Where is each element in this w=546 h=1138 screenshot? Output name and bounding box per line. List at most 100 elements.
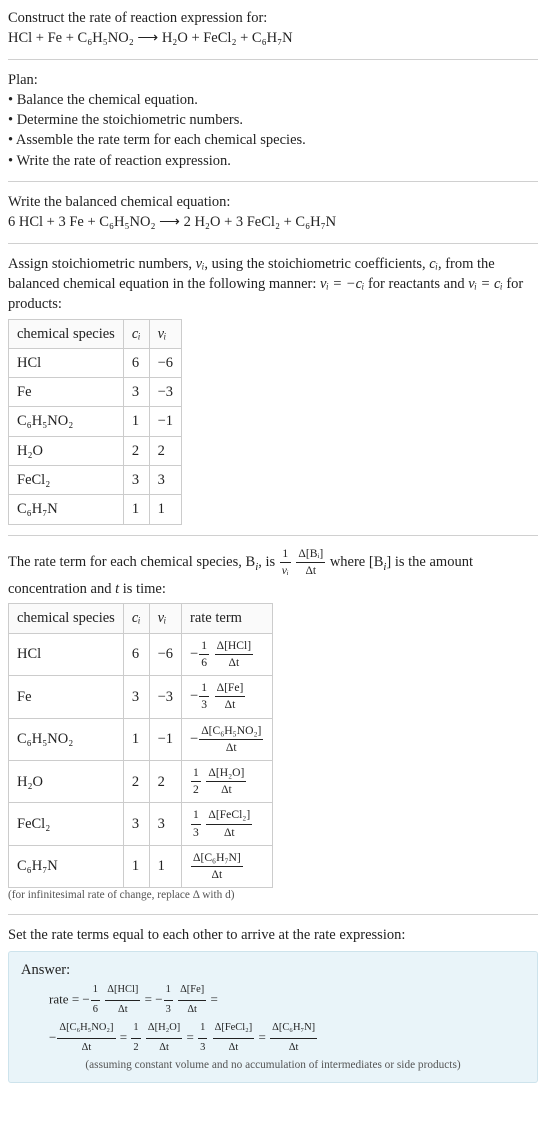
- col-v: νᵢ: [149, 604, 181, 633]
- unbalanced-equation: HCl + Fe + C₆H₅NO₂ ⟶ H₂O + FeCl₂ + C₆H₇N: [8, 28, 538, 48]
- fraction: Δ[HCl]Δt: [214, 638, 255, 671]
- cell-c: 3: [123, 466, 149, 495]
- divider: [8, 181, 538, 182]
- frac-top: Δ[FeCl₂]: [206, 807, 252, 824]
- col-v: νᵢ: [149, 319, 181, 348]
- frac-top: Δ[H₂O]: [146, 1019, 182, 1039]
- frac-bot: Δt: [206, 825, 252, 841]
- frac-top: Δ[C₆H₅NO₂]: [57, 1019, 115, 1039]
- cell-v: −3: [149, 676, 181, 718]
- stoich-table: chemical species cᵢ νᵢ HCl6−6 Fe3−3 C₆H₅…: [8, 319, 182, 525]
- text: , is: [258, 554, 279, 570]
- cell-rate-term: Δ[C₆H₇N]Δt: [182, 845, 273, 887]
- frac-bot: 3: [191, 825, 201, 841]
- fraction: Δ[H₂O]Δt: [145, 1019, 183, 1058]
- cell-v: −3: [149, 378, 181, 407]
- text: where [B: [330, 554, 384, 570]
- frac-top: Δ[Fe]: [178, 981, 206, 1001]
- fraction: 12: [190, 765, 202, 798]
- frac-top: Δ[FeCl₂]: [213, 1019, 255, 1039]
- infinitesimal-note: (for infinitesimal rate of change, repla…: [8, 888, 538, 904]
- cell-c: 2: [123, 436, 149, 465]
- cell-v: −1: [149, 718, 181, 760]
- cell-v: 1: [149, 495, 181, 524]
- nu-symbol: νᵢ: [158, 610, 167, 626]
- fraction: 13: [197, 1019, 208, 1058]
- rateterm-section: The rate term for each chemical species,…: [8, 546, 538, 904]
- fraction: Δ[C₆H₇N]Δt: [269, 1019, 318, 1058]
- stoich-intro: Assign stoichiometric numbers, νᵢ, using…: [8, 254, 538, 315]
- ci-symbol: cᵢ: [132, 610, 141, 626]
- frac-bot: 2: [191, 782, 201, 798]
- fraction: Δ[H₂O]Δt: [205, 765, 247, 798]
- frac-bot: 6: [199, 655, 209, 671]
- frac-bot: νᵢ: [280, 563, 291, 579]
- frac-top: 1: [191, 765, 201, 782]
- table-header-row: chemical species cᵢ νᵢ rate term: [9, 604, 273, 633]
- cell-v: −6: [149, 633, 181, 675]
- fraction: Δ[HCl]Δt: [104, 981, 141, 1020]
- balanced-equation: 6 HCl + 3 Fe + C₆H₅NO₂ ⟶ 2 H₂O + 3 FeCl₂…: [8, 212, 538, 232]
- col-c: cᵢ: [123, 319, 149, 348]
- frac-bot: Δt: [105, 1001, 140, 1020]
- fraction: 13: [198, 680, 210, 713]
- text: , using the stoichiometric coefficients,: [204, 256, 429, 272]
- cell-v: 2: [149, 760, 181, 802]
- fraction: Δ[FeCl₂]Δt: [205, 807, 253, 840]
- col-species: chemical species: [9, 604, 124, 633]
- frac-bot: Δt: [213, 1039, 255, 1058]
- cell-species: C₆H₇N: [9, 495, 124, 524]
- cell-species: C₆H₇N: [9, 845, 124, 887]
- final-intro: Set the rate terms equal to each other t…: [8, 925, 538, 945]
- fraction: 12: [130, 1019, 141, 1058]
- plan-item: Write the rate of reaction expression.: [16, 153, 230, 169]
- table-row: Fe3−3−13 Δ[Fe]Δt: [9, 676, 273, 718]
- frac-bot: 2: [131, 1039, 140, 1058]
- col-rate: rate term: [182, 604, 273, 633]
- fraction: 16: [90, 981, 101, 1020]
- divider: [8, 59, 538, 60]
- fraction: 13: [190, 807, 202, 840]
- frac-bot: Δt: [270, 1039, 317, 1058]
- nu-symbol: νᵢ: [158, 326, 167, 342]
- prompt-text: Construct the rate of reaction expressio…: [8, 8, 538, 28]
- fraction: 13: [163, 981, 174, 1020]
- relation-products: νᵢ = cᵢ: [468, 276, 503, 292]
- divider: [8, 535, 538, 536]
- frac-top: Δ[Fe]: [215, 680, 246, 697]
- frac-bot: Δt: [191, 867, 243, 883]
- answer-label: Answer:: [21, 960, 525, 980]
- frac-top: Δ[HCl]: [215, 638, 254, 655]
- cell-c: 1: [123, 718, 149, 760]
- plan-item: Balance the chemical equation.: [17, 92, 198, 108]
- table-row: HCl6−6: [9, 348, 182, 377]
- cell-v: −6: [149, 348, 181, 377]
- frac-bot: Δt: [296, 563, 325, 579]
- frac-bot: Δt: [215, 697, 246, 713]
- frac-bot: Δt: [215, 655, 254, 671]
- frac-top: Δ[H₂O]: [206, 765, 246, 782]
- cell-species: HCl: [9, 633, 124, 675]
- balanced-section: Write the balanced chemical equation: 6 …: [8, 192, 538, 233]
- fraction: Δ[C₆H₅NO₂]Δt: [198, 723, 264, 756]
- cell-rate-term: 12 Δ[H₂O]Δt: [182, 760, 273, 802]
- table-header-row: chemical species cᵢ νᵢ: [9, 319, 182, 348]
- table-row: FeCl₂3313 Δ[FeCl₂]Δt: [9, 803, 273, 845]
- cell-rate-term: −Δ[C₆H₅NO₂]Δt: [182, 718, 273, 760]
- cell-c: 1: [123, 495, 149, 524]
- table-row: C₆H₅NO₂1−1−Δ[C₆H₅NO₂]Δt: [9, 718, 273, 760]
- frac-bot: Δt: [199, 740, 263, 756]
- frac-bot: 6: [91, 1001, 100, 1020]
- cell-v: 2: [149, 436, 181, 465]
- assumption-note: (assuming constant volume and no accumul…: [21, 1058, 525, 1074]
- frac-bot: Δt: [146, 1039, 182, 1058]
- frac-bot: 3: [164, 1001, 173, 1020]
- cell-rate-term: 13 Δ[FeCl₂]Δt: [182, 803, 273, 845]
- frac-bot: Δt: [178, 1001, 206, 1020]
- cell-v: 3: [149, 466, 181, 495]
- cell-rate-term: −13 Δ[Fe]Δt: [182, 676, 273, 718]
- cell-species: Fe: [9, 676, 124, 718]
- frac-top: 1: [91, 981, 100, 1001]
- plan-section: Plan: • Balance the chemical equation. •…: [8, 70, 538, 171]
- fraction: Δ[C₆H₅NO₂]Δt: [56, 1019, 116, 1058]
